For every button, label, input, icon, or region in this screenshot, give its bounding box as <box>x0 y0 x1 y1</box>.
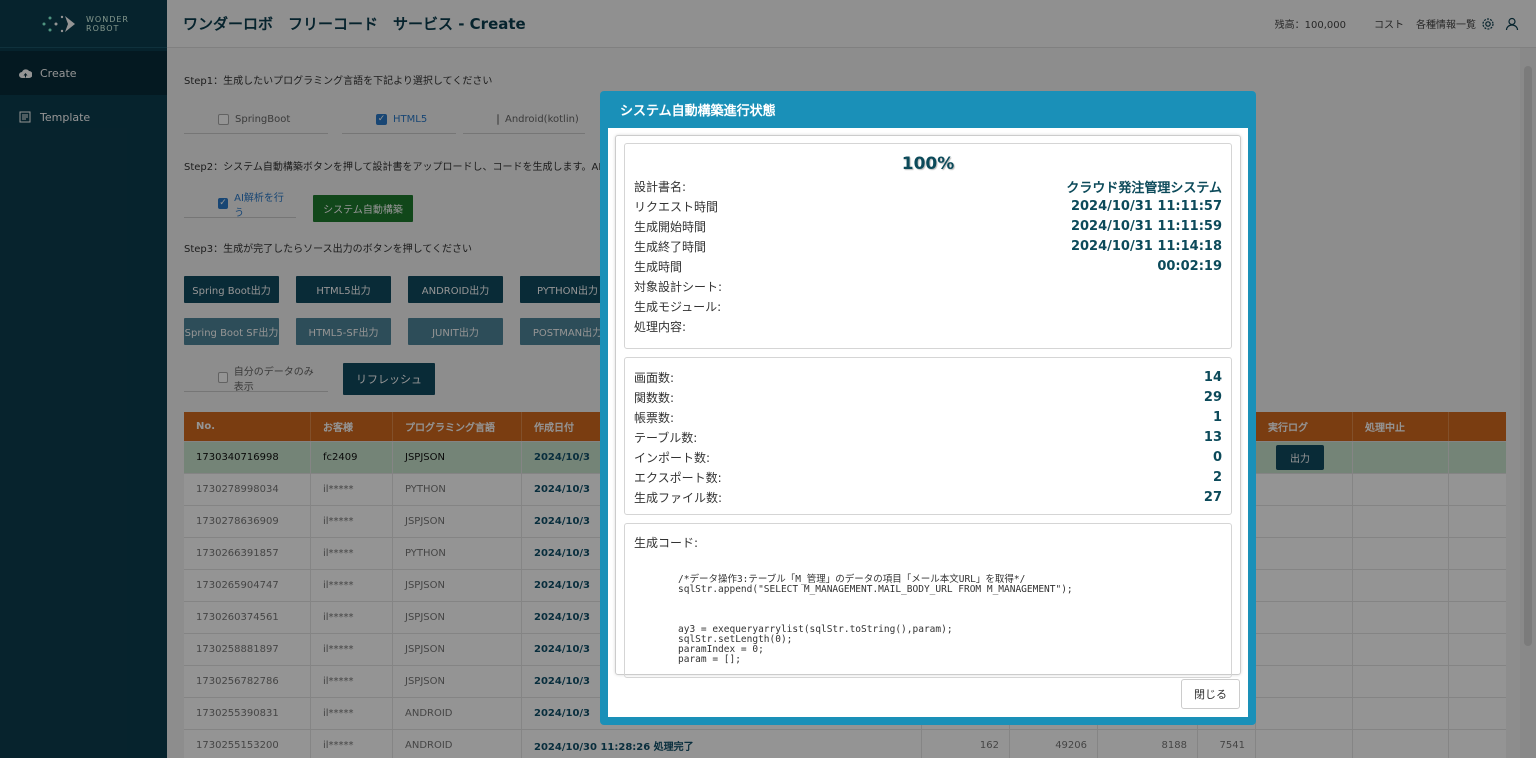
kv-row: 帳票数: 1 <box>634 407 1222 427</box>
modal-title: システム自動構築進行状態 <box>620 104 776 119</box>
kv-row: インポート数: 0 <box>634 447 1222 467</box>
kv-row: エクスポート数: 2 <box>634 467 1222 487</box>
kv-value: 2024/10/31 11:11:59 <box>1070 218 1222 234</box>
progress-percent: 100% <box>901 154 955 174</box>
modal-body: 100% 設計書名: クラウド発注管理システムリクエスト時間 2024/10/31 … <box>608 128 1248 717</box>
kv-key: 関数数: <box>634 390 675 405</box>
kv-row: 対象設計シート: <box>634 276 1222 296</box>
kv-row: 生成開始時間 2024/10/31 11:11:59 <box>634 216 1222 236</box>
kv-key: インポート数: <box>634 450 711 465</box>
generated-code-label: 生成コード: <box>634 536 699 550</box>
build-info-panel: 100% 設計書名: クラウド発注管理システムリクエスト時間 2024/10/31 … <box>624 143 1232 349</box>
generated-code: /*データ操作3:テーブル「M_管理」のデータの項目「メール本文URL」を取得*… <box>678 574 1073 665</box>
kv-key: 生成モジュール: <box>634 299 722 314</box>
kv-value: 2 <box>1212 469 1222 485</box>
kv-key: 生成開始時間 <box>634 219 707 234</box>
kv-key: 生成ファイル数: <box>634 490 723 505</box>
kv-key: 生成終了時間 <box>634 239 707 254</box>
kv-value: 27 <box>1203 489 1222 505</box>
kv-row: 処理内容: <box>634 316 1222 336</box>
kv-row: 画面数: 14 <box>634 367 1222 387</box>
kv-row: 生成ファイル数: 27 <box>634 487 1222 507</box>
kv-key: エクスポート数: <box>634 470 722 485</box>
build-stats-panel: 画面数: 14 関数数: 29 帳票数: 1 テーブル数: 13 インポート数: 0 エクスポート数… <box>624 357 1232 515</box>
modal-inner: 100% 設計書名: クラウド発注管理システムリクエスト時間 2024/10/31 … <box>615 135 1241 678</box>
kv-key: 設計書名: <box>634 179 687 194</box>
kv-value: 2024/10/31 11:11:57 <box>1070 198 1222 214</box>
kv-row: テーブル数: 13 <box>634 427 1222 447</box>
kv-value: 29 <box>1203 389 1222 405</box>
kv-row: 関数数: 29 <box>634 387 1222 407</box>
kv-key: 生成時間 <box>634 259 683 274</box>
kv-value: 2024/10/31 11:14:18 <box>1070 238 1222 254</box>
kv-key: 画面数: <box>634 370 675 385</box>
kv-value: 00:02:19 <box>1157 258 1222 274</box>
kv-key: 処理内容: <box>634 319 687 334</box>
kv-row: 生成モジュール: <box>634 296 1222 316</box>
kv-key: 対象設計シート: <box>634 279 723 294</box>
generated-code-panel: 生成コード: /*データ操作3:テーブル「M_管理」のデータの項目「メール本文U… <box>624 523 1232 678</box>
kv-row: 生成終了時間 2024/10/31 11:14:18 <box>634 236 1222 256</box>
kv-key: テーブル数: <box>634 430 698 445</box>
kv-row: リクエスト時間 2024/10/31 11:11:57 <box>634 196 1222 216</box>
close-button[interactable]: 閉じる <box>1181 679 1240 709</box>
kv-value: 14 <box>1203 369 1222 385</box>
kv-row: 生成時間 00:02:19 <box>634 256 1222 276</box>
kv-value: 0 <box>1212 449 1222 465</box>
kv-row: 設計書名: クラウド発注管理システム <box>634 176 1222 196</box>
kv-value: 1 <box>1212 409 1222 425</box>
kv-key: 帳票数: <box>634 410 675 425</box>
kv-value: 13 <box>1203 429 1222 445</box>
kv-value: クラウド発注管理システム <box>1066 180 1222 196</box>
build-status-modal: システム自動構築進行状態 100% 設計書名: クラウド発注管理システム リクエスト… <box>600 91 1256 725</box>
kv-key: リクエスト時間 <box>634 199 719 214</box>
